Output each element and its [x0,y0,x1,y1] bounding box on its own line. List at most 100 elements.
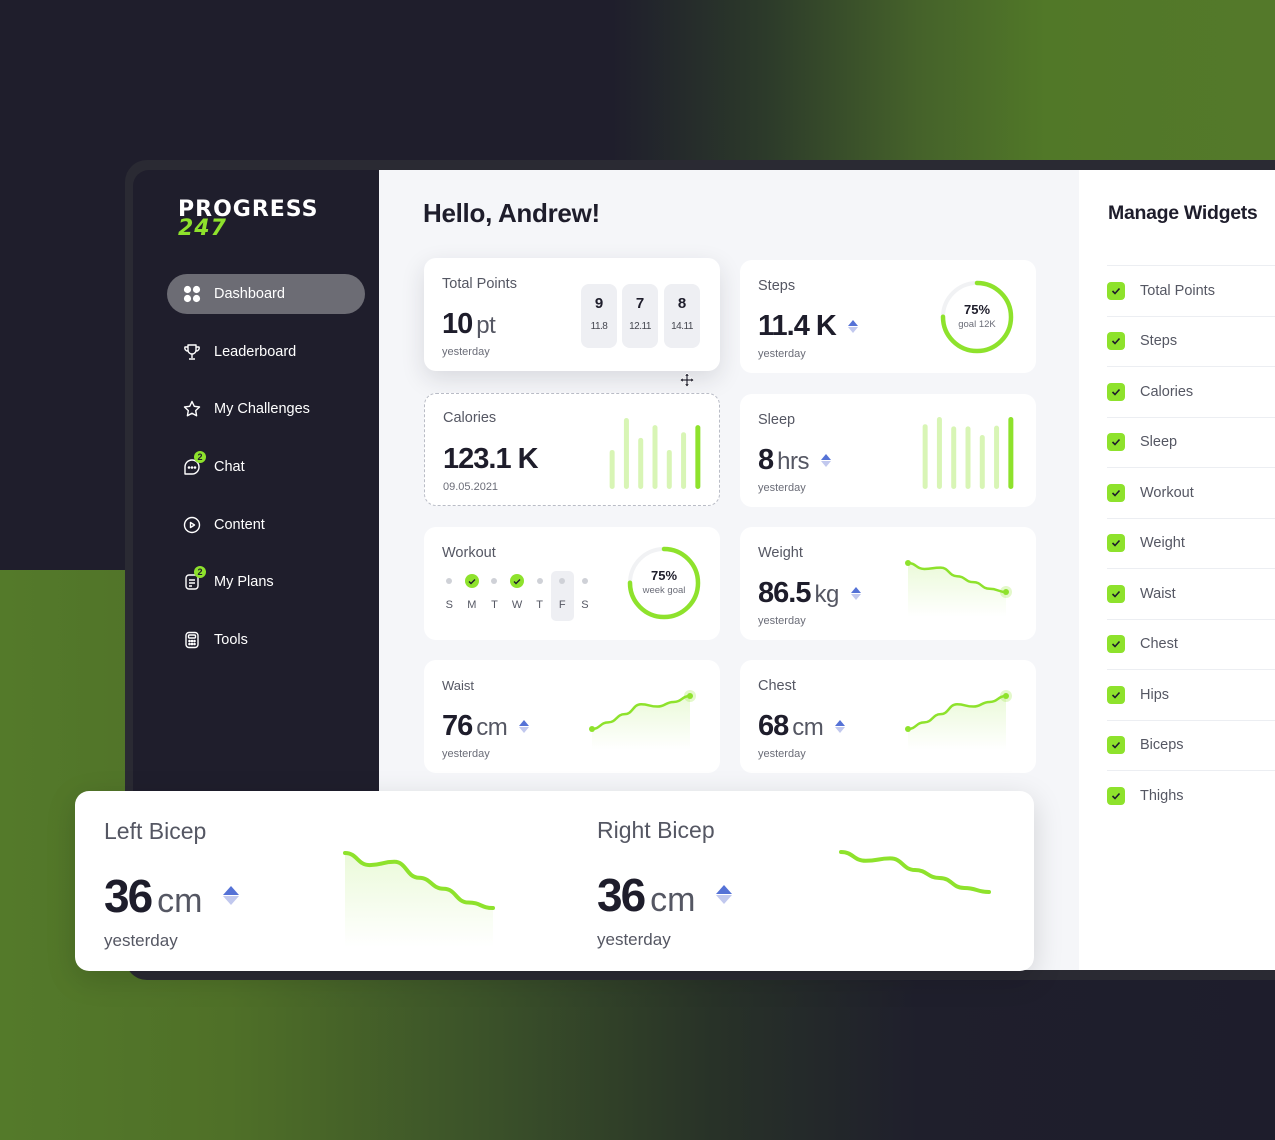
widget-list: Total Points Steps Calories Sleep Workout Wei… [1107,265,1275,822]
widget-toggle-label: Waist [1140,585,1176,602]
sidebar-item-label: Content [214,516,265,533]
widget-chest[interactable]: Chest 68 cm yesterday [740,660,1036,773]
manage-widgets-panel: Manage Widgets Total Points Steps Calories… [1079,170,1275,970]
widget-toggle-item[interactable]: Thighs [1107,771,1275,822]
checkbox-checked-icon[interactable] [1107,433,1125,452]
value-unit: kg [814,581,839,608]
checkbox-checked-icon[interactable] [1107,685,1125,704]
workout-day[interactable]: T [528,571,551,621]
card-title: Weight [758,545,803,561]
calculator-icon [182,630,202,650]
value-number: 76 [442,710,473,742]
widget-toggle-label: Hips [1140,686,1170,703]
widget-toggle-item[interactable]: Sleep [1107,418,1275,468]
widget-toggle-label: Total Points [1140,282,1215,299]
widget-toggle-label: Sleep [1140,434,1178,451]
checkbox-checked-icon[interactable] [1107,332,1125,351]
sidebar-item-tools[interactable]: Tools [167,620,365,660]
widget-toggle-item[interactable]: Total Points [1107,266,1275,317]
points-value: 9 [594,295,604,312]
widget-toggle-item[interactable]: Chest [1107,620,1275,670]
card-value: 10 pt [442,308,496,341]
left-bicep-panel: Left Bicep 36 cm yesterday [104,791,544,971]
value-number: 68 [758,710,789,742]
widget-workout[interactable]: Workout S M T W T F S 75% week goal [424,527,720,640]
card-title: Right Bicep [597,817,715,843]
workout-day[interactable]: F [550,571,574,621]
workout-day[interactable]: W [506,571,529,621]
chart-bar [951,426,957,489]
widget-weight[interactable]: Weight 86.5 kg yesterday [740,527,1036,640]
widget-toggle-item[interactable]: Biceps [1107,721,1275,771]
checkbox-checked-icon[interactable] [1107,736,1125,755]
calories-bar-chart [609,418,701,489]
chart-bar [609,449,615,489]
sidebar-item-label: Tools [214,632,248,649]
card-title: Waist [442,678,475,693]
widget-toggle-label: Thighs [1140,788,1184,805]
widget-biceps[interactable]: Left Bicep 36 cm yesterday Right Bicep 3… [75,791,1034,971]
widget-toggle-item[interactable]: Hips [1107,670,1275,721]
sidebar-item-leaderboard[interactable]: Leaderboard [167,332,365,372]
widget-toggle-item[interactable]: Steps [1107,317,1275,367]
widget-steps[interactable]: Steps 11.4 K yesterday 75% goal 12K [740,260,1036,373]
points-history-item: 8 14.11 [664,284,700,348]
chart-bar [979,435,985,489]
value-number: 36 [597,869,646,921]
day-dot [559,578,566,584]
checkbox-checked-icon[interactable] [1107,635,1125,654]
widget-total-points[interactable]: Total Points 10 pt yesterday 9 11.8 7 12… [424,258,720,371]
checkbox-checked-icon[interactable] [1107,281,1125,300]
widget-toggle-item[interactable]: Waist [1107,569,1275,620]
card-value: 8 hrs [758,444,831,477]
workout-day[interactable]: M [461,571,484,621]
chart-point [1003,693,1009,699]
checkbox-checked-icon[interactable] [1107,483,1125,502]
widget-toggle-item[interactable]: Weight [1107,519,1275,569]
widget-sleep[interactable]: Sleep 8 hrs yesterday [740,394,1036,507]
widget-toggle-item[interactable]: Workout [1107,468,1275,519]
chart-bar [1008,417,1014,489]
card-value: 36 cm [597,868,732,922]
chart-bar [623,418,629,489]
checkbox-checked-icon[interactable] [1107,584,1125,603]
sidebar-item-content[interactable]: Content [167,505,365,545]
sidebar-item-my-plans[interactable]: 2 My Plans [167,562,365,602]
day-label: M [467,599,477,611]
sidebar-item-dashboard[interactable]: Dashboard [167,274,365,314]
widget-calories[interactable]: Calories 123.1 K 09.05.2021 [424,393,720,506]
workout-day[interactable]: T [483,571,506,621]
workout-day[interactable]: S [574,571,597,621]
checkbox-checked-icon[interactable] [1107,787,1125,806]
card-value: 86.5 kg [758,577,861,610]
widget-toggle-label: Calories [1140,383,1194,400]
sidebar-item-my-challenges[interactable]: My Challenges [167,389,365,429]
widget-waist[interactable]: Waist 76 cm yesterday [424,660,720,773]
widget-toggle-label: Steps [1140,333,1178,350]
value-number: 123.1 K [443,443,539,475]
progress-percent: 75% [650,568,678,583]
chart-line [839,850,991,894]
day-dot [581,578,588,584]
logo[interactable]: PROGRESS 247 [178,199,319,240]
sidebar-item-label: My Challenges [214,401,310,418]
card-subtitle: yesterday [442,346,490,358]
checkbox-checked-icon[interactable] [1107,534,1125,553]
points-date: 14.11 [671,321,693,332]
points-value: 7 [635,295,645,312]
day-label: T [536,599,544,611]
value-unit: cm [157,882,203,920]
card-value: 36 cm [104,869,239,923]
trend-sort-icon [222,886,239,906]
value-unit: cm [650,881,696,919]
card-title: Calories [443,410,497,426]
widget-toggle-item[interactable]: Calories [1107,367,1275,418]
chart-bar [965,426,971,489]
chart-bar [666,449,672,489]
sidebar-item-chat[interactable]: 2 Chat [167,447,365,487]
card-subtitle: yesterday [758,348,806,360]
chart-bar [695,425,701,489]
main-nav: Dashboard Leaderboard My Challenges 2 Ch… [167,274,365,678]
checkbox-checked-icon[interactable] [1107,382,1125,401]
workout-day[interactable]: S [438,571,461,621]
